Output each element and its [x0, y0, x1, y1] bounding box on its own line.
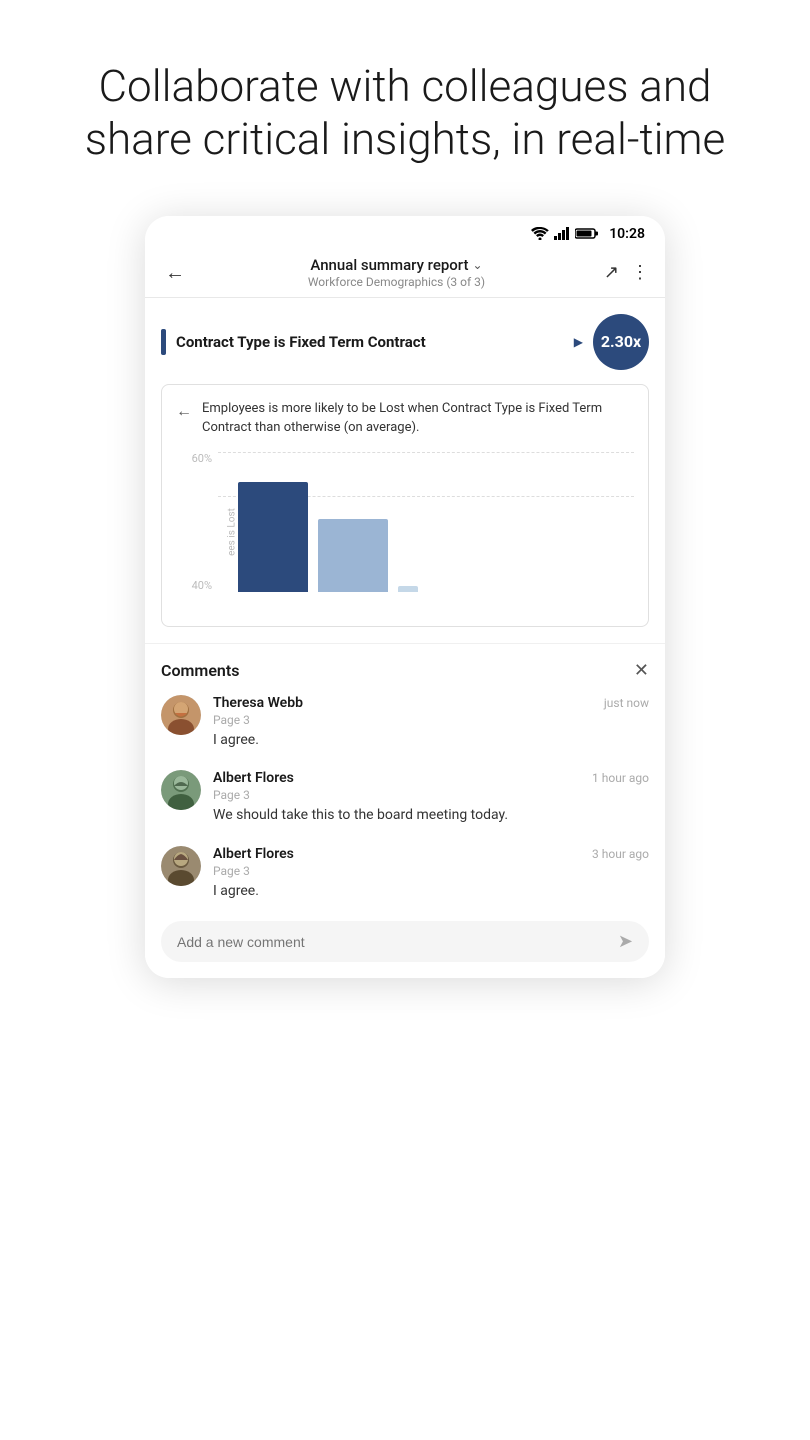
comment-item: Theresa Webb just now Page 3 I agree. [161, 695, 649, 751]
comments-header: Comments ✕ [161, 660, 649, 681]
chart-section: Contract Type is Fixed Term Contract ▶ 2… [145, 298, 665, 643]
add-comment-area: ➤ [161, 921, 649, 962]
play-icon: ▶ [574, 335, 583, 349]
comment-item: Albert Flores 3 hour ago Page 3 I agree. [161, 846, 649, 902]
comment-time-3: 3 hour ago [592, 847, 649, 861]
comment-page-1: Page 3 [213, 713, 649, 727]
more-menu-button[interactable]: ⋮ [631, 262, 649, 283]
insight-title: Contract Type is Fixed Term Contract [176, 333, 564, 351]
status-time: 10:28 [609, 226, 645, 242]
chart-card: ← Employees is more likely to be Lost wh… [161, 384, 649, 627]
chart-description: ← Employees is more likely to be Lost wh… [176, 399, 634, 438]
chart-back-arrow-icon: ← [176, 401, 192, 421]
comment-content-1: Theresa Webb just now Page 3 I agree. [213, 695, 649, 751]
comments-section: Comments ✕ Theresa Webb just now Page [145, 643, 665, 979]
phone-frame: 10:28 ← Annual summary report ⌄ Workforc… [145, 216, 665, 979]
nav-chevron-icon[interactable]: ⌄ [472, 258, 482, 272]
bar-chart: 60% 40% ees is Lost [176, 452, 634, 612]
insight-bar-indicator [161, 329, 166, 355]
comment-text-3: I agree. [213, 882, 649, 902]
chart-description-text: Employees is more likely to be Lost when… [202, 399, 634, 438]
status-bar: 10:28 [145, 216, 665, 248]
status-icons [531, 227, 599, 240]
comment-page-2: Page 3 [213, 788, 649, 802]
top-nav: ← Annual summary report ⌄ Workforce Demo… [145, 248, 665, 298]
nav-title-area: Annual summary report ⌄ Workforce Demogr… [197, 256, 596, 289]
avatar-albert-2 [161, 846, 201, 886]
close-comments-button[interactable]: ✕ [634, 660, 649, 681]
avatar-theresa [161, 695, 201, 735]
nav-subtitle: Workforce Demographics (3 of 3) [197, 275, 596, 289]
signal-icon [554, 227, 570, 240]
bar-third [398, 586, 418, 592]
insight-badge: 2.30x [593, 314, 649, 370]
comment-author-3: Albert Flores [213, 846, 294, 862]
send-comment-button[interactable]: ➤ [618, 931, 633, 952]
nav-title-text: Annual summary report [310, 256, 468, 274]
battery-icon [575, 227, 599, 240]
comment-content-3: Albert Flores 3 hour ago Page 3 I agree. [213, 846, 649, 902]
comment-time-2: 1 hour ago [592, 771, 649, 785]
comment-text-2: We should take this to the board meeting… [213, 806, 649, 826]
comment-top-1: Theresa Webb just now [213, 695, 649, 711]
y-axis-rotated-label: ees is Lost [226, 508, 237, 556]
avatar-albert-1 [161, 770, 201, 810]
comment-item: Albert Flores 1 hour ago Page 3 We shoul… [161, 770, 649, 826]
comment-text-1: I agree. [213, 731, 649, 751]
comment-top-2: Albert Flores 1 hour ago [213, 770, 649, 786]
back-button[interactable]: ← [161, 256, 189, 289]
insight-header: Contract Type is Fixed Term Contract ▶ 2… [161, 314, 649, 370]
nav-actions: ↗ ⋮ [604, 262, 649, 283]
comments-title: Comments [161, 661, 239, 680]
y-label-60: 60% [176, 452, 212, 465]
y-label-40: 40% [176, 579, 212, 592]
chart-body: ees is Lost [218, 452, 634, 612]
expand-button[interactable]: ↗ [604, 262, 619, 283]
bars-container [238, 452, 634, 592]
bar-other [318, 519, 388, 592]
wifi-icon [531, 227, 549, 240]
bar-fixed-term [238, 482, 308, 591]
comment-content-2: Albert Flores 1 hour ago Page 3 We shoul… [213, 770, 649, 826]
comment-top-3: Albert Flores 3 hour ago [213, 846, 649, 862]
comment-author-1: Theresa Webb [213, 695, 303, 711]
comment-page-3: Page 3 [213, 864, 649, 878]
comment-time-1: just now [604, 696, 649, 710]
comment-author-2: Albert Flores [213, 770, 294, 786]
nav-main-title[interactable]: Annual summary report ⌄ [197, 256, 596, 274]
hero-title: Collaborate with colleagues and share cr… [65, 60, 745, 166]
comment-input[interactable] [177, 934, 608, 950]
